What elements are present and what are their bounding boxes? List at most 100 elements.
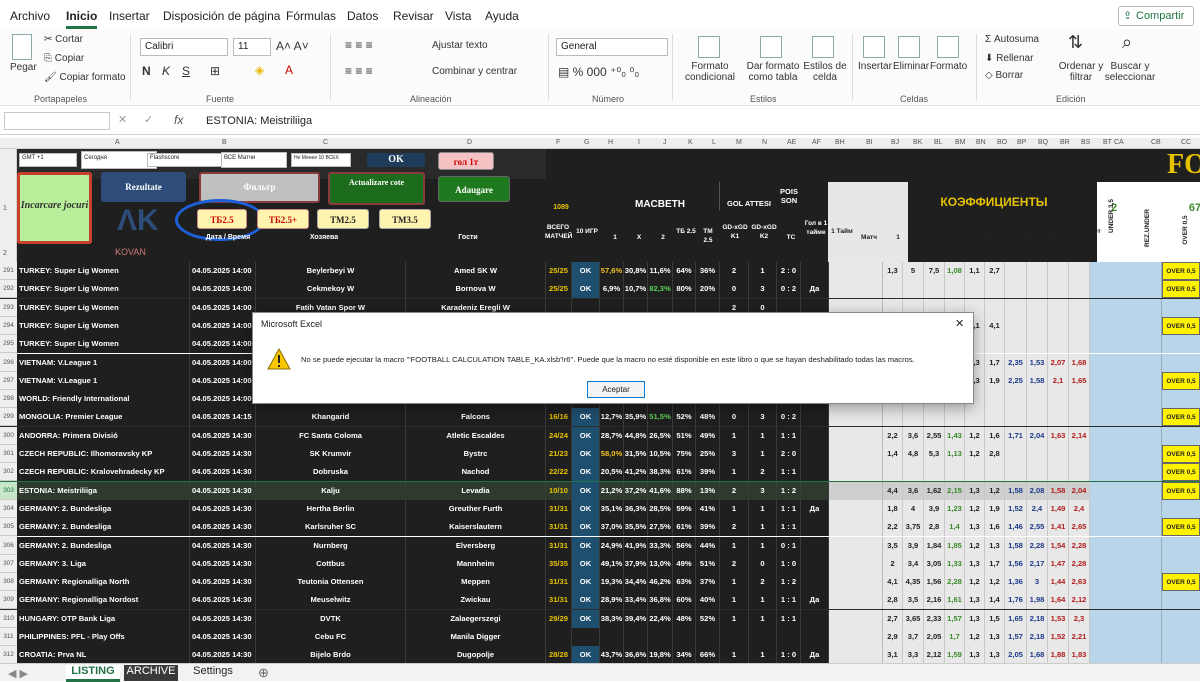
coef-cell[interactable]: 1,63 — [1048, 426, 1069, 445]
cell-g2[interactable] — [749, 628, 777, 646]
cell-a[interactable]: Zwickau — [406, 591, 546, 610]
over-cell[interactable]: OVER 0,5 — [1162, 408, 1200, 427]
autosum-button[interactable]: Σ Autosuma — [985, 34, 1039, 45]
row-number[interactable]: 291 — [0, 262, 17, 280]
coef-cell[interactable] — [985, 298, 1005, 317]
cell-a[interactable]: Kaiserslautern — [406, 518, 546, 537]
coef-cell[interactable]: 3,9 — [903, 536, 924, 555]
over-cell[interactable] — [1162, 646, 1200, 665]
cell-l[interactable]: VIETNAM: V.League 1 — [17, 371, 190, 390]
cell-g[interactable]: Да — [801, 280, 829, 299]
cell-g[interactable] — [801, 628, 829, 646]
coef-cell[interactable]: 1,2 — [965, 573, 985, 592]
cell-ok[interactable]: OK — [572, 646, 600, 665]
rezultate-button[interactable]: Rezultate — [101, 172, 186, 202]
cell-ok[interactable]: OK — [572, 536, 600, 555]
cell-m[interactable]: 25/25 — [546, 280, 572, 299]
row-number[interactable]: 300 — [0, 426, 17, 445]
column-header[interactable]: CC — [1181, 139, 1191, 146]
coef-cell[interactable]: 1,58 — [1005, 481, 1027, 500]
coef-cell[interactable]: 1,08 — [945, 262, 965, 280]
column-header[interactable]: C — [323, 139, 328, 146]
over-cell[interactable] — [1162, 554, 1200, 573]
column-header[interactable]: BR — [1060, 139, 1070, 146]
cell-p1[interactable]: 24,9% — [600, 536, 624, 555]
cell-a[interactable]: Falcons — [406, 408, 546, 427]
coef-cell[interactable]: 1,47 — [1048, 554, 1069, 573]
cell-g1[interactable]: 0 — [720, 280, 749, 299]
row-number[interactable]: 294 — [0, 316, 17, 335]
coef-cell[interactable]: 2,8 — [924, 518, 945, 537]
coef-cell[interactable]: 1,3 — [965, 591, 985, 610]
column-header[interactable]: H — [608, 139, 613, 146]
cell-l[interactable]: MONGOLIA: Premier League — [17, 408, 190, 427]
cell-p2[interactable]: 26,5% — [648, 426, 673, 445]
find-select-button[interactable]: Buscar y seleccionar — [1103, 61, 1157, 83]
coef-cell[interactable]: 2,2 — [883, 518, 903, 537]
coef-cell[interactable]: 1,46 — [1005, 518, 1027, 537]
cell-g2[interactable]: 1 — [749, 518, 777, 537]
coef-cell[interactable] — [903, 408, 924, 427]
under-cell[interactable] — [1090, 316, 1162, 335]
delete-icon[interactable] — [898, 36, 920, 58]
menu-vista[interactable]: Vista — [445, 9, 471, 23]
format-button[interactable]: Formato — [930, 61, 967, 72]
menu-datos[interactable]: Datos — [347, 9, 378, 23]
cell-tc[interactable]: 0 : 2 — [777, 408, 801, 427]
cell-g[interactable] — [801, 536, 829, 555]
cell-l[interactable]: CZECH REPUBLIC: Kralovehradecky KP — [17, 463, 190, 482]
cell-d[interactable]: 04.05.2025 14:30 — [190, 646, 256, 665]
cell-tb[interactable]: 80% — [673, 280, 696, 299]
coef-cell[interactable] — [965, 408, 985, 427]
cell-a[interactable]: Zalaegerszegi — [406, 609, 546, 628]
coef-cell[interactable]: 1,4 — [883, 445, 903, 463]
cell-p2[interactable]: 51,5% — [648, 408, 673, 427]
cell-l[interactable]: GERMANY: 2. Bundesliga — [17, 499, 190, 518]
cell-g2[interactable]: 3 — [749, 408, 777, 427]
cell-g2[interactable]: 1 — [749, 499, 777, 518]
coef-cell[interactable]: 2,7 — [985, 262, 1005, 280]
cell-l[interactable]: CROATIA: Prva NL — [17, 646, 190, 665]
column-header[interactable]: BH — [835, 139, 845, 146]
column-header[interactable]: BK — [913, 139, 922, 146]
cell-ok[interactable]: OK — [572, 481, 600, 500]
coef-cell[interactable] — [985, 280, 1005, 299]
cell-m[interactable]: 22/22 — [546, 463, 572, 482]
cell-px[interactable]: 35,5% — [624, 518, 648, 537]
coef-cell[interactable]: 1,3 — [965, 609, 985, 628]
prev-sheet-icon[interactable]: ◀ ▶ — [8, 667, 28, 680]
cell-p2[interactable]: 11,6% — [648, 262, 673, 280]
coef-cell[interactable]: 1,65 — [1069, 371, 1090, 390]
cell-px[interactable]: 44,8% — [624, 426, 648, 445]
cell-l[interactable]: VIETNAM: V.League 1 — [17, 353, 190, 372]
cell-g1[interactable]: 2 — [720, 518, 749, 537]
cell-a[interactable]: Atletic Escaldes — [406, 426, 546, 445]
under-cell[interactable] — [1090, 628, 1162, 646]
over-cell[interactable] — [1162, 390, 1200, 409]
cell-h[interactable]: Teutonia Ottensen — [256, 573, 406, 592]
cell-h[interactable]: Meuselwitz — [256, 591, 406, 610]
cell-tb[interactable]: 56% — [673, 536, 696, 555]
cell-tb[interactable]: 34% — [673, 646, 696, 665]
column-header[interactable]: AF — [812, 139, 821, 146]
coef-cell[interactable] — [1048, 408, 1069, 427]
coef-cell[interactable]: 2,25 — [1005, 371, 1027, 390]
under-cell[interactable] — [1090, 262, 1162, 280]
coef-cell[interactable]: 2,55 — [924, 426, 945, 445]
coef-cell[interactable]: 3,1 — [883, 646, 903, 665]
cell-tm[interactable]: 52% — [696, 609, 720, 628]
cell-m[interactable]: 28/28 — [546, 646, 572, 665]
cell-l[interactable]: ANDORRA: Primera Divisió — [17, 426, 190, 445]
coef-cell[interactable]: 2,7 — [883, 609, 903, 628]
delete-button[interactable]: Eliminar — [893, 61, 929, 72]
format-icon[interactable] — [937, 36, 959, 58]
coef-cell[interactable] — [924, 408, 945, 427]
column-header[interactable]: BJ — [891, 139, 899, 146]
coef-cell[interactable]: 1,59 — [945, 646, 965, 665]
cell-tc[interactable]: 0 : 1 — [777, 536, 801, 555]
cell-tb[interactable]: 52% — [673, 408, 696, 427]
coef-cell[interactable]: 2,12 — [924, 646, 945, 665]
cell-tb[interactable]: 59% — [673, 499, 696, 518]
cell-tb[interactable]: 51% — [673, 426, 696, 445]
date-select[interactable]: Сегодня — [81, 151, 157, 169]
